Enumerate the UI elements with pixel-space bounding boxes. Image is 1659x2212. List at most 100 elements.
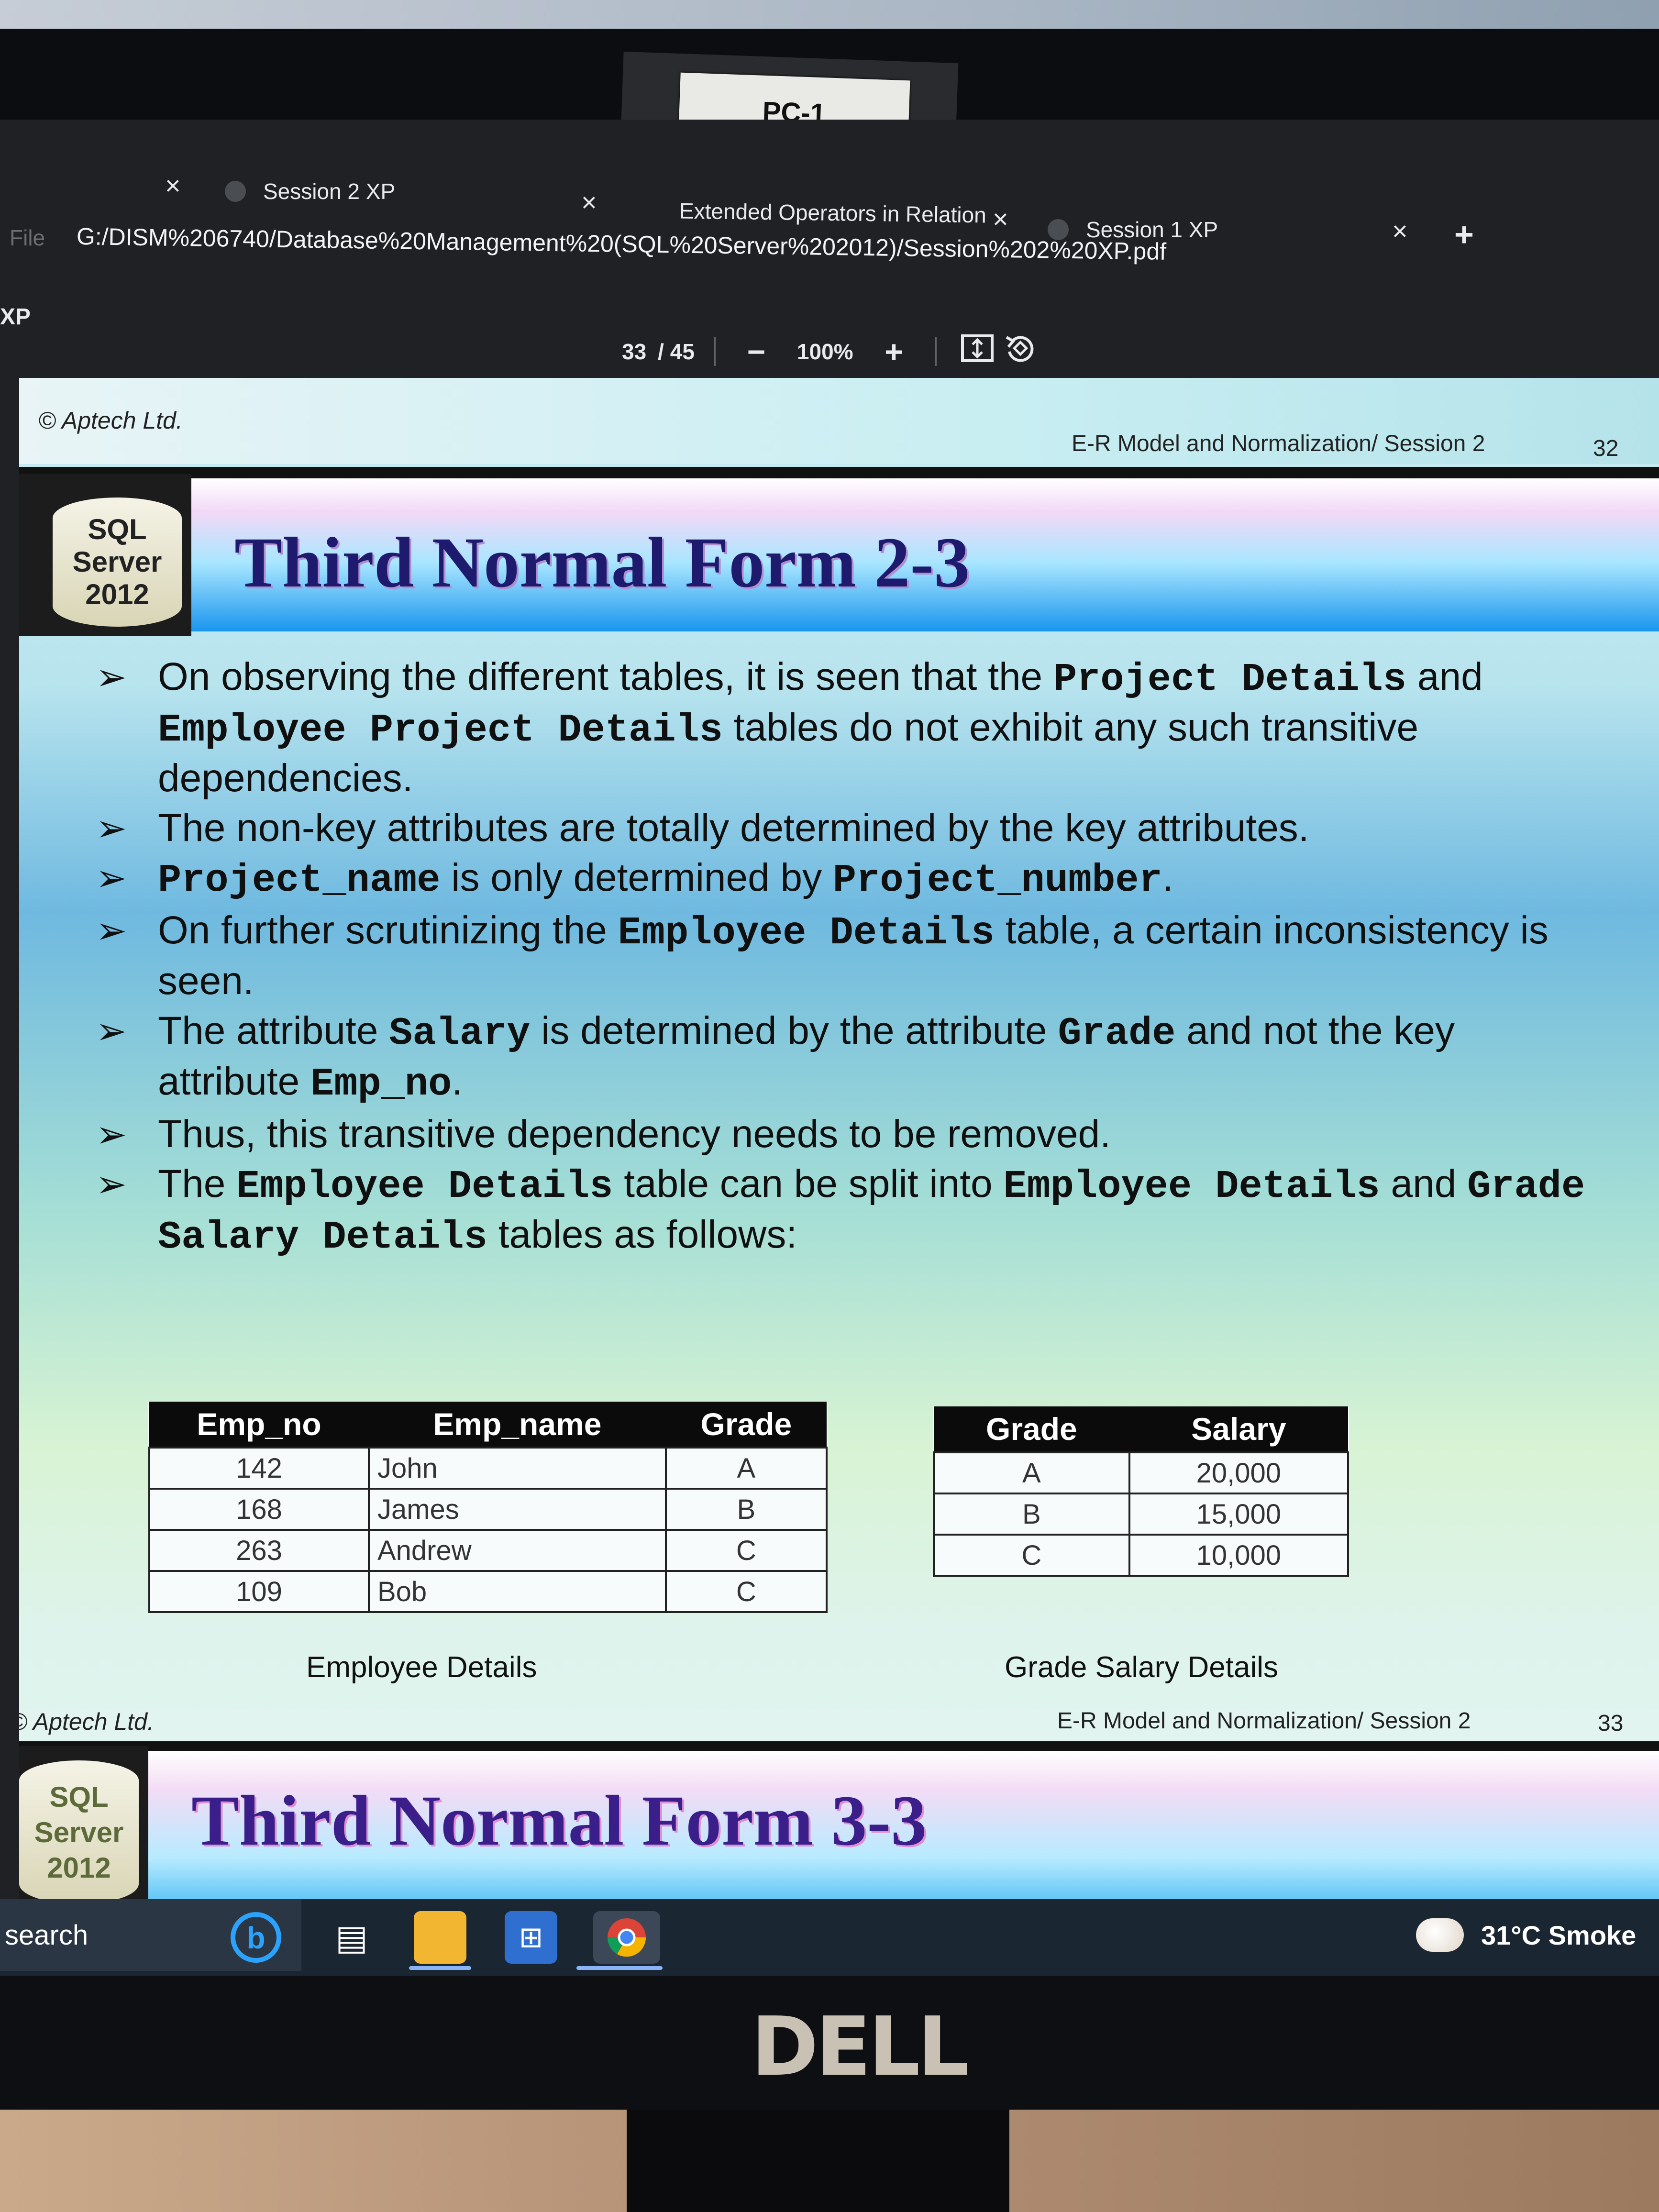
next-slide-title: Third Normal Form 3-3	[191, 1781, 927, 1860]
grade-salary-table: Grade Salary A 20,000 B 15,000 C 10,000	[933, 1406, 1349, 1577]
bullet-text: and	[1380, 1162, 1468, 1206]
bullet-item: On further scrutinizing the Employee Det…	[96, 907, 1588, 1005]
code-term: Employee Project Details	[158, 708, 723, 752]
table-cell: 15,000	[1128, 1493, 1349, 1536]
code-term: Project_name	[158, 858, 441, 903]
bullet-text: and	[1406, 655, 1483, 698]
bullet-item: Thus, this transitive dependency needs t…	[96, 1110, 1588, 1158]
zoom-out-icon[interactable]: −	[735, 333, 778, 370]
table-cell: 109	[148, 1570, 370, 1613]
pdf-toolbar: 33 / 45 − 100% +	[622, 330, 1042, 373]
taskbar: search b ▤ ⊞ 31°C Smoke	[0, 1899, 1659, 1976]
zoom-in-icon[interactable]: +	[873, 333, 916, 370]
store-icon[interactable]: ⊞	[505, 1911, 557, 1964]
bullet-text: The	[158, 1162, 237, 1206]
new-tab-plus-icon[interactable]: +	[1454, 215, 1474, 254]
code-term: Emp_no	[310, 1062, 452, 1106]
column-header: Salary	[1129, 1406, 1348, 1452]
pdf-page: © Aptech Ltd. E-R Model and Normalizatio…	[19, 378, 1659, 1904]
logo-line: SQL	[49, 1781, 109, 1813]
code-term: Project_number	[832, 858, 1162, 903]
file-explorer-icon[interactable]	[414, 1911, 466, 1964]
fit-page-icon[interactable]	[956, 333, 999, 370]
task-view-icon[interactable]: ▤	[325, 1911, 378, 1964]
bullet-item: The Employee Details table can be split …	[96, 1160, 1588, 1261]
close-icon[interactable]: ×	[993, 203, 1008, 234]
tab-label: Session 2 XP	[263, 179, 396, 204]
bullet-item: On observing the different tables, it is…	[96, 653, 1588, 802]
tab-extended-operators[interactable]: Extended Operators in Relation	[679, 192, 986, 234]
column-header: Grade	[665, 1402, 827, 1448]
bullet-text: On further scrutinizing the	[158, 908, 618, 952]
code-term: Project Details	[1053, 657, 1407, 702]
bullet-text: .	[452, 1060, 463, 1103]
tab-session-2[interactable]: Session 2 XP	[225, 172, 395, 210]
tab-label: Extended Operators in Relation	[679, 198, 987, 228]
bullet-item: The attribute Salary is determined by th…	[96, 1007, 1588, 1108]
slide-divider	[19, 467, 1659, 478]
active-indicator	[576, 1966, 663, 1970]
weather-widget[interactable]: 31°C Smoke	[1416, 1909, 1636, 1952]
logo-line: Server	[34, 1816, 124, 1848]
toolbar-divider	[934, 337, 937, 366]
table-cell: C	[933, 1534, 1130, 1577]
table-cell: C	[664, 1570, 828, 1613]
page-number: 32	[1593, 436, 1619, 461]
bullet-item: The non-key attributes are totally deter…	[96, 804, 1588, 852]
table-caption: Grade Salary Details	[1005, 1651, 1279, 1684]
table-header-row: Grade Salary	[934, 1406, 1348, 1452]
toolbar-divider	[713, 337, 716, 366]
table-cell: 10,000	[1128, 1534, 1349, 1577]
column-header: Grade	[934, 1406, 1129, 1452]
code-term: Employee Details	[1003, 1164, 1380, 1209]
rotate-icon[interactable]	[999, 332, 1042, 372]
code-term: Grade	[1058, 1011, 1176, 1056]
pdf-doc-title: XP	[0, 304, 31, 330]
close-icon[interactable]: ×	[581, 187, 597, 218]
logo-line: Server	[72, 546, 162, 578]
table-header-row: Emp_no Emp_name Grade	[149, 1402, 827, 1448]
bullet-text: .	[1162, 856, 1173, 899]
table-cell: C	[664, 1529, 828, 1572]
table-cell: John	[367, 1447, 667, 1490]
table-cell: Andrew	[367, 1529, 667, 1572]
bullet-text: The non-key attributes are totally deter…	[158, 806, 1309, 850]
copyright: © Aptech Ltd.	[38, 407, 183, 434]
table-cell: 20,000	[1128, 1451, 1349, 1494]
svg-text:b: b	[246, 1921, 265, 1955]
code-term: Salary	[389, 1011, 531, 1056]
table-row: 168 James B	[148, 1488, 828, 1531]
sql-server-logo: SQL Server 2012	[53, 498, 182, 627]
chrome-icon[interactable]	[593, 1911, 660, 1964]
table-cell: A	[933, 1451, 1130, 1494]
column-header: Emp_no	[149, 1402, 369, 1448]
page-number-input[interactable]: 33	[622, 339, 646, 365]
tab-favicon-icon	[225, 181, 246, 202]
footer-title: E-R Model and Normalization/ Session 2	[1057, 1708, 1471, 1734]
table-cell: 142	[148, 1447, 370, 1490]
zoom-level: 100%	[796, 339, 853, 364]
close-icon[interactable]: ×	[165, 170, 181, 201]
bullet-text: is only determined by	[440, 856, 833, 899]
code-term: Employee Details	[618, 911, 995, 955]
page-number: 33	[1598, 1711, 1624, 1736]
copyright: © Aptech Ltd.	[19, 1708, 154, 1735]
table-row: 142 John A	[148, 1447, 828, 1490]
employee-details-table: Emp_no Emp_name Grade 142 John A 168 James B 263 A…	[148, 1402, 828, 1613]
table-row: C 10,000	[933, 1534, 1349, 1577]
address-scheme: File	[10, 225, 45, 250]
bullet-list: On observing the different tables, it is…	[96, 653, 1588, 1263]
bullet-text: The attribute	[158, 1009, 389, 1052]
page-total: / 45	[658, 339, 695, 364]
logo-line: 2012	[47, 1852, 111, 1884]
screen: × Session 2 XP × Extended Operators in R…	[0, 120, 1659, 1971]
logo-line: SQL	[88, 513, 147, 545]
close-icon[interactable]: ×	[1392, 215, 1408, 246]
active-indicator	[409, 1966, 471, 1970]
table-caption: Employee Details	[306, 1651, 537, 1684]
bullet-text: On observing the different tables, it is…	[158, 655, 1053, 698]
bing-icon[interactable]: b	[230, 1911, 282, 1964]
monitor-stand	[627, 2110, 1009, 2212]
bullet-text: table can be split into	[613, 1162, 1004, 1206]
table-cell: 168	[148, 1488, 370, 1531]
